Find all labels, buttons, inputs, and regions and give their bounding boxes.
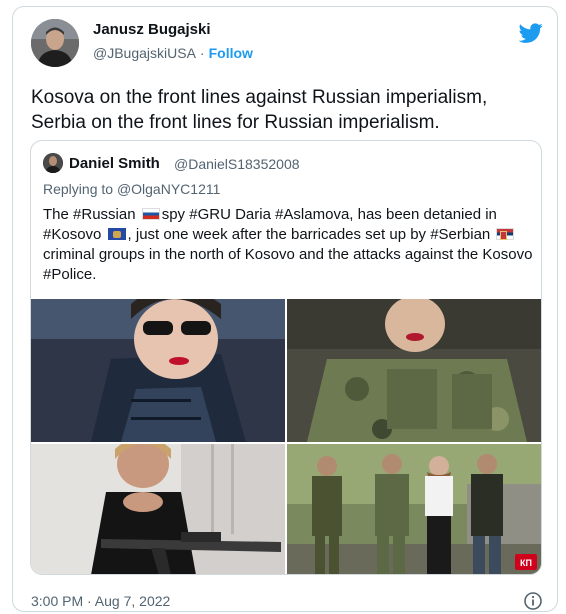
quoted-author-name: Daniel Smith (69, 155, 160, 172)
quoted-text-part: criminal groups in the north of Kosovo a… (43, 246, 533, 283)
replying-to-line: Replying to @OlgaNYC1211 (43, 181, 220, 197)
photo-woman-rifle[interactable] (31, 444, 285, 574)
photo-group-soldiers[interactable]: КП (287, 444, 541, 574)
replying-to-prefix: Replying to (43, 181, 117, 197)
quoted-author-avatar (43, 153, 63, 173)
info-icon[interactable] (523, 591, 543, 611)
quoted-author-handle: @DanielS18352008 (174, 156, 300, 172)
replying-to-mention: @OlgaNYC1211 (116, 181, 221, 197)
quoted-text-part: , just one week after the barricades set… (127, 226, 495, 243)
kp-watermark: КП (520, 558, 532, 568)
photo-woman-sunglasses[interactable] (31, 299, 285, 442)
kosovo-flag-icon (107, 228, 126, 240)
author-name[interactable]: Janusz Bugajski (93, 21, 211, 38)
embedded-tweet-card: Janusz Bugajski @JBugajskiUSA · Follow Kos… (12, 6, 558, 612)
tweet-text: Kosova on the front lines against Russia… (31, 87, 488, 133)
quoted-text-part: The #Russian (43, 206, 140, 223)
quoted-tweet-text: The #Russian spy #GRU Daria #Aslamova, h… (43, 205, 535, 285)
photo-woman-camouflage[interactable] (287, 299, 541, 442)
author-handle-row: @JBugajskiUSA · Follow (93, 45, 253, 61)
russia-flag-icon (141, 208, 160, 220)
photo-grid: КП (31, 299, 541, 574)
follow-button[interactable]: Follow (209, 45, 253, 61)
separator-dot: · (199, 45, 205, 61)
tweet-timestamp[interactable]: 3:00 PM · Aug 7, 2022 (31, 593, 170, 609)
quoted-tweet[interactable]: Daniel Smith @DanielS18352008 Replying t… (30, 140, 542, 575)
author-handle[interactable]: @JBugajskiUSA (93, 45, 196, 61)
author-avatar[interactable] (31, 19, 79, 67)
twitter-bird-icon[interactable] (519, 21, 543, 45)
serbia-flag-icon (496, 228, 515, 240)
